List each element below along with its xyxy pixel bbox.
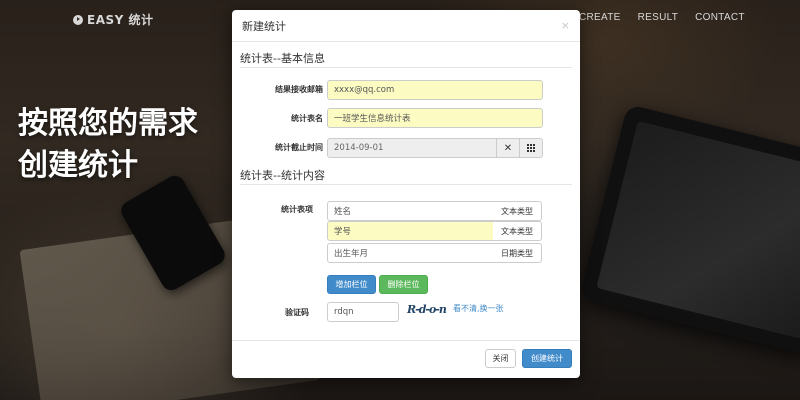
- hero-line-1: 按照您的需求: [18, 106, 198, 141]
- items-label: 统计表项: [281, 205, 313, 214]
- item-type-select[interactable]: 文本类型: [493, 221, 542, 241]
- email-label: 结果接收邮箱: [275, 85, 323, 94]
- table-name-field[interactable]: 一班学生信息统计表: [327, 108, 543, 128]
- hero-text: 按照您的需求 创建统计: [18, 103, 198, 187]
- add-field-button[interactable]: 增加栏位: [327, 275, 376, 294]
- modal-footer-divider: [232, 340, 580, 341]
- item-name-field[interactable]: 出生年月: [327, 243, 494, 263]
- close-icon[interactable]: ×: [561, 19, 570, 32]
- play-circle-icon: [73, 14, 83, 25]
- top-nav: CREATE RESULT CONTACT: [579, 12, 745, 23]
- brand-name: EASY 统计: [87, 13, 154, 27]
- grid-calendar-icon: [527, 144, 535, 152]
- captcha-label: 验证码: [285, 308, 309, 317]
- brand-logo[interactable]: EASY 统计: [73, 11, 154, 28]
- item-name-field[interactable]: 姓名: [327, 201, 494, 221]
- deadline-label: 统计截止时间: [275, 143, 323, 152]
- nav-contact[interactable]: CONTACT: [695, 12, 745, 23]
- clear-date-button[interactable]: ✕: [496, 138, 520, 158]
- nav-result[interactable]: RESULT: [638, 12, 679, 23]
- hero-line-2: 创建统计: [18, 148, 138, 183]
- email-field[interactable]: xxxx@qq.com: [327, 80, 543, 100]
- basic-info-heading: 统计表--基本信息: [240, 52, 325, 65]
- content-heading: 统计表--统计内容: [240, 169, 325, 182]
- refresh-captcha-link[interactable]: 看不清,换一张: [453, 303, 504, 314]
- basic-info-divider: [240, 67, 572, 68]
- create-stat-modal: 新建统计 × 统计表--基本信息 结果接收邮箱 xxxx@qq.com 统计表名…: [232, 10, 580, 378]
- delete-field-button[interactable]: 删除栏位: [379, 275, 428, 294]
- item-type-select[interactable]: 文本类型: [493, 201, 542, 221]
- table-name-label: 统计表名: [291, 114, 323, 123]
- times-icon: ✕: [503, 142, 513, 154]
- create-button[interactable]: 创建统计: [522, 349, 572, 368]
- item-name-field[interactable]: 学号: [327, 221, 494, 241]
- content-divider: [240, 184, 572, 185]
- item-type-select[interactable]: 日期类型: [493, 243, 542, 263]
- modal-title: 新建统计: [242, 19, 286, 33]
- captcha-field[interactable]: rdqn: [327, 302, 399, 322]
- calendar-button[interactable]: [519, 138, 543, 158]
- captcha-image[interactable]: R-d-o-n: [407, 303, 447, 316]
- nav-create[interactable]: CREATE: [579, 12, 621, 23]
- deadline-field[interactable]: 2014-09-01: [327, 138, 497, 158]
- close-button[interactable]: 关闭: [485, 349, 516, 368]
- modal-header: 新建统计 ×: [232, 10, 580, 42]
